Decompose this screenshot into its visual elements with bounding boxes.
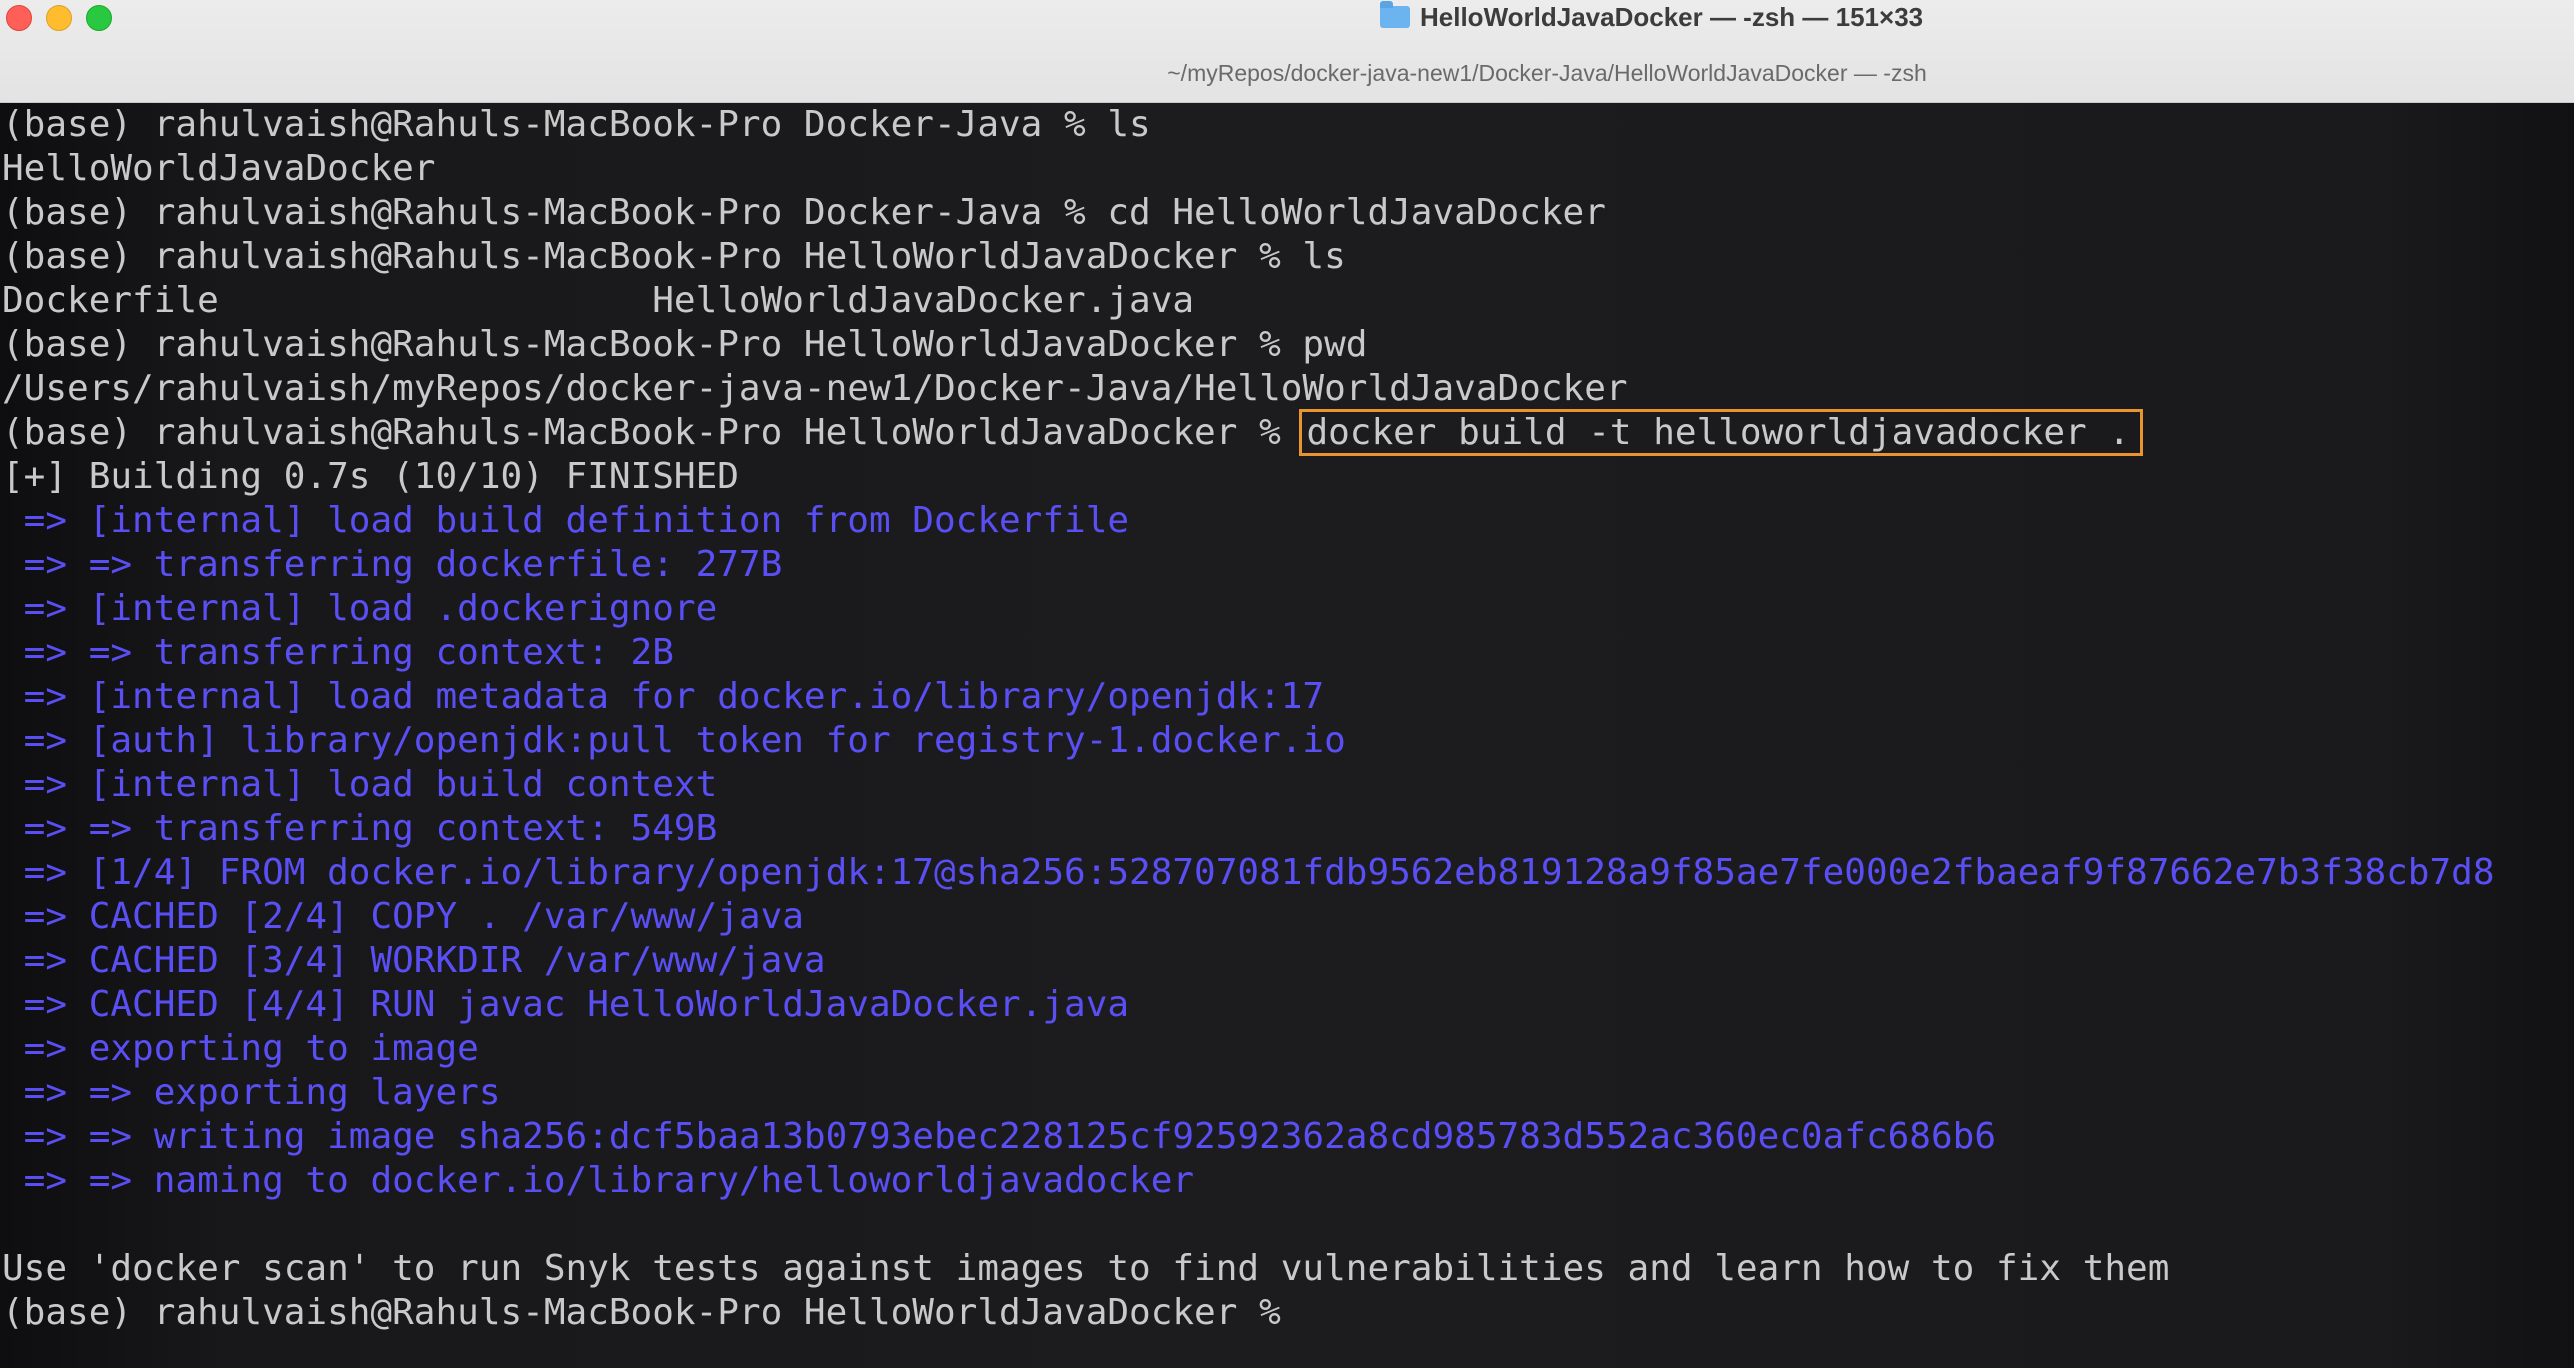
terminal-line: (base) rahulvaish@Rahuls-MacBook-Pro Hel… xyxy=(2,235,2495,279)
terminal-window: HelloWorldJavaDocker — -zsh — 151×33 ~/m… xyxy=(0,0,2574,1368)
terminal-line-text: => [internal] load .dockerignore xyxy=(2,588,718,629)
terminal-line: => [1/4] FROM docker.io/library/openjdk:… xyxy=(2,851,2495,895)
terminal-line-text: => CACHED [4/4] RUN javac HelloWorldJava… xyxy=(2,984,1130,1025)
terminal-line: (base) rahulvaish@Rahuls-MacBook-Pro Doc… xyxy=(2,191,2495,235)
terminal-line-text: => => naming to docker.io/library/hellow… xyxy=(2,1160,1195,1201)
terminal-line-text: => [internal] load build definition from… xyxy=(2,500,1130,541)
terminal-line: => => transferring context: 2B xyxy=(2,631,2495,675)
terminal-line: => CACHED [4/4] RUN javac HelloWorldJava… xyxy=(2,983,2495,1027)
terminal-line-text: (base) rahulvaish@Rahuls-MacBook-Pro Hel… xyxy=(2,412,1303,453)
terminal-line-text: => => transferring context: 2B xyxy=(2,632,674,673)
terminal-line-text: [+] Building 0.7s (10/10) FINISHED xyxy=(2,456,739,497)
terminal-line: (base) rahulvaish@Rahuls-MacBook-Pro Hel… xyxy=(2,323,2495,367)
terminal-line-text: => [auth] library/openjdk:pull token for… xyxy=(2,720,1346,761)
terminal-line: => [auth] library/openjdk:pull token for… xyxy=(2,719,2495,763)
terminal-line: HelloWorldJavaDocker xyxy=(2,147,2495,191)
terminal-line: => [internal] load metadata for docker.i… xyxy=(2,675,2495,719)
zoom-button[interactable] xyxy=(86,5,112,31)
terminal-line: => => transferring context: 549B xyxy=(2,807,2495,851)
terminal-line: => [internal] load build definition from… xyxy=(2,499,2495,543)
close-button[interactable] xyxy=(6,5,32,31)
terminal-line-text: HelloWorldJavaDocker xyxy=(2,148,436,189)
terminal-line-text: => CACHED [3/4] WORKDIR /var/www/java xyxy=(2,940,826,981)
terminal-line: => => writing image sha256:dcf5baa13b079… xyxy=(2,1115,2495,1159)
terminal-line: => exporting to image xyxy=(2,1027,2495,1071)
terminal-output[interactable]: (base) rahulvaish@Rahuls-MacBook-Pro Doc… xyxy=(0,103,2574,1368)
terminal-line-text: => => exporting layers xyxy=(2,1072,501,1113)
terminal-line: => [internal] load .dockerignore xyxy=(2,587,2495,631)
terminal-line: (base) rahulvaish@Rahuls-MacBook-Pro Doc… xyxy=(2,103,2495,147)
highlighted-command: docker build -t helloworldjavadocker . xyxy=(1299,409,2144,456)
terminal-line-text: => => transferring context: 549B xyxy=(2,808,718,849)
terminal-line-text: => exporting to image xyxy=(2,1028,479,1069)
terminal-line: => CACHED [2/4] COPY . /var/www/java xyxy=(2,895,2495,939)
terminal-line: (base) rahulvaish@Rahuls-MacBook-Pro Hel… xyxy=(2,1291,2495,1335)
terminal-line: [+] Building 0.7s (10/10) FINISHED xyxy=(2,455,2495,499)
terminal-line-text: /Users/rahulvaish/myRepos/docker-java-ne… xyxy=(2,368,1628,409)
terminal-line: => => exporting layers xyxy=(2,1071,2495,1115)
terminal-line-text: => [1/4] FROM docker.io/library/openjdk:… xyxy=(2,852,2495,893)
title-bar[interactable]: HelloWorldJavaDocker — -zsh — 151×33 ~/m… xyxy=(0,0,2574,103)
window-title: HelloWorldJavaDocker — -zsh — 151×33 xyxy=(1420,1,1924,32)
terminal-line-text: (base) rahulvaish@Rahuls-MacBook-Pro Doc… xyxy=(2,192,1606,233)
terminal-line-text: => [internal] load build context xyxy=(2,764,718,805)
terminal-lines: (base) rahulvaish@Rahuls-MacBook-Pro Doc… xyxy=(2,103,2495,1335)
terminal-line-text: => CACHED [2/4] COPY . /var/www/java xyxy=(2,896,804,937)
terminal-line: (base) rahulvaish@Rahuls-MacBook-Pro Hel… xyxy=(2,409,2495,456)
terminal-line-text: (base) rahulvaish@Rahuls-MacBook-Pro Hel… xyxy=(2,324,1368,365)
folder-icon xyxy=(1380,1,1410,28)
terminal-line-text: => => writing image sha256:dcf5baa13b079… xyxy=(2,1116,1996,1157)
terminal-line-text: Use 'docker scan' to run Snyk tests agai… xyxy=(2,1248,2170,1289)
terminal-line: /Users/rahulvaish/myRepos/docker-java-ne… xyxy=(2,367,2495,411)
terminal-line: => => transferring dockerfile: 277B xyxy=(2,543,2495,587)
terminal-line-text: => => transferring dockerfile: 277B xyxy=(2,544,783,585)
terminal-line-text: (base) rahulvaish@Rahuls-MacBook-Pro Hel… xyxy=(2,1292,1303,1333)
terminal-line: => CACHED [3/4] WORKDIR /var/www/java xyxy=(2,939,2495,983)
minimize-button[interactable] xyxy=(46,5,72,31)
terminal-line: Use 'docker scan' to run Snyk tests agai… xyxy=(2,1247,2495,1291)
window-title-row: HelloWorldJavaDocker — -zsh — 151×33 xyxy=(1380,0,1923,34)
terminal-line: => [internal] load build context xyxy=(2,763,2495,807)
terminal-line: Dockerfile HelloWorldJavaDocker.java xyxy=(2,279,2495,323)
window-subtitle: ~/myRepos/docker-java-new1/Docker-Java/H… xyxy=(1167,60,1927,86)
terminal-line-text: (base) rahulvaish@Rahuls-MacBook-Pro Doc… xyxy=(2,104,1151,145)
terminal-line-text: => [internal] load metadata for docker.i… xyxy=(2,676,1325,717)
terminal-line: => => naming to docker.io/library/hellow… xyxy=(2,1159,2495,1203)
terminal-line-text: (base) rahulvaish@Rahuls-MacBook-Pro Hel… xyxy=(2,236,1346,277)
terminal-line-text: Dockerfile HelloWorldJavaDocker.java xyxy=(2,280,1195,321)
